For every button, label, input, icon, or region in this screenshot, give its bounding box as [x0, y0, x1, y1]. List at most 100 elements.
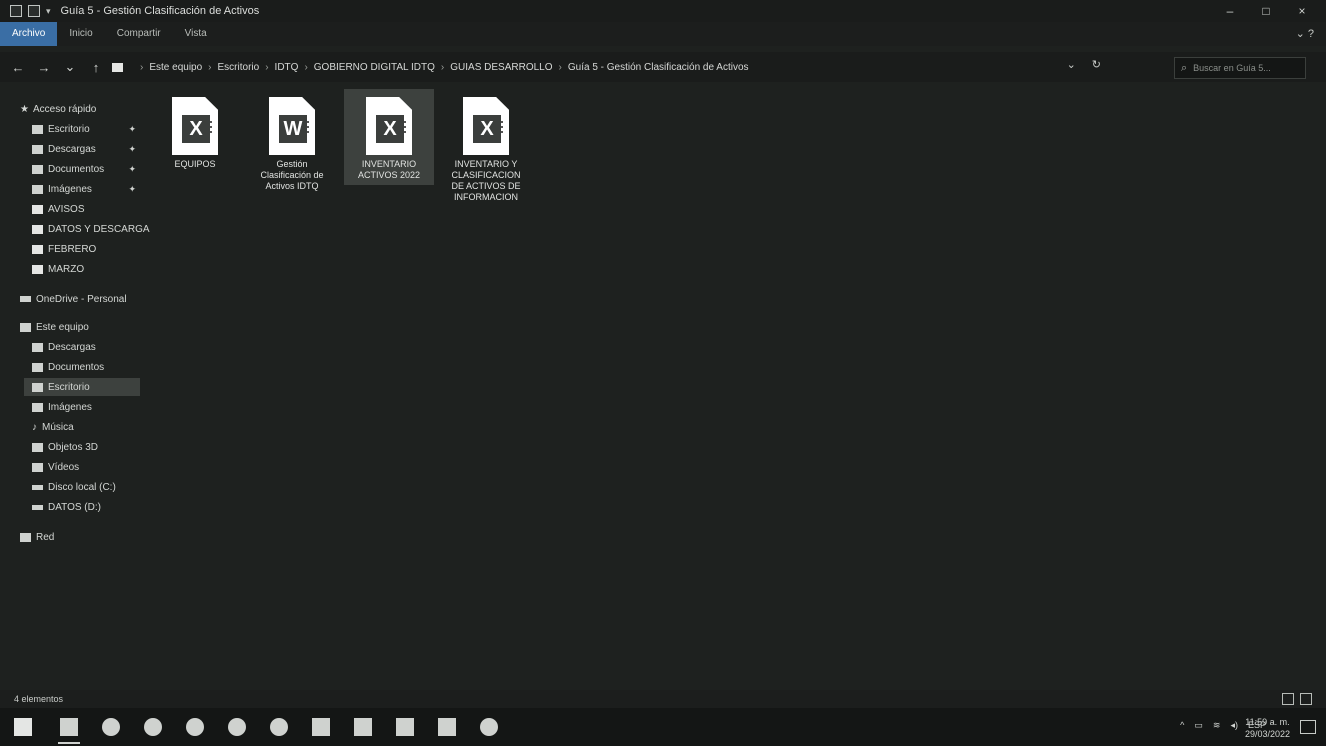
- address-dropdown-button[interactable]: ⌄: [1067, 58, 1076, 71]
- sidebar-item-este-equipo[interactable]: Este equipo: [20, 318, 89, 336]
- sidebar-item-pc-objetos-3d[interactable]: Objetos 3D: [32, 438, 98, 456]
- download-icon: [32, 144, 43, 154]
- tab-vista[interactable]: Vista: [173, 22, 219, 46]
- app-store-icon[interactable]: [352, 716, 374, 738]
- sidebar-item-pc-documentos[interactable]: Documentos: [32, 358, 104, 376]
- ribbon-tabs: Archivo Inicio Compartir Vista ⌄ ?: [0, 22, 1326, 46]
- sidebar-item-label: Escritorio: [48, 123, 90, 135]
- spreadsheet-icon[interactable]: [436, 716, 458, 738]
- refresh-button[interactable]: ↻: [1092, 58, 1101, 71]
- clock[interactable]: 11:59 a. m. 29/03/2022: [1245, 716, 1290, 740]
- address-tools: ⌄ ↻: [1067, 58, 1101, 71]
- pictures-icon: [32, 184, 43, 194]
- file-item-inventario-clasificacion[interactable]: X INVENTARIO Y CLASIFICACION DE ACTIVOS …: [441, 89, 531, 207]
- window-title: Guía 5 - Gestión Clasificación de Activo…: [60, 5, 260, 17]
- desktop-icon: [32, 382, 43, 392]
- folder-icon: [32, 244, 43, 254]
- window-controls: – □ ×: [1212, 0, 1320, 22]
- battery-icon[interactable]: ▭: [1194, 720, 1203, 731]
- tab-archivo[interactable]: Archivo: [0, 22, 58, 46]
- file-item-equipos[interactable]: X EQUIPOS: [150, 89, 240, 174]
- sidebar-item-escritorio[interactable]: Escritorio ✦: [32, 120, 140, 138]
- sidebar-item-documentos[interactable]: Documentos ✦: [32, 160, 140, 178]
- tab-compartir[interactable]: Compartir: [105, 22, 173, 46]
- recent-locations-button[interactable]: ⌄: [62, 59, 78, 75]
- crumb-este-equipo[interactable]: Este equipo: [149, 62, 202, 73]
- file-name: INVENTARIO Y CLASIFICACION DE ACTIVOS DE…: [451, 159, 521, 202]
- crumb-guias-desarrollo[interactable]: GUIAS DESARROLLO: [450, 62, 552, 73]
- customize-chevron-icon[interactable]: ▾: [46, 6, 51, 17]
- large-icons-view-icon[interactable]: [1300, 693, 1312, 705]
- crumb-guia-5[interactable]: Guía 5 - Gestión Clasificación de Activo…: [568, 62, 749, 73]
- star-icon: ★: [20, 103, 29, 115]
- help-icon[interactable]: ⌄ ?: [1296, 27, 1314, 40]
- sidebar-item-label: Disco local (C:): [48, 481, 116, 493]
- tab-inicio[interactable]: Inicio: [57, 22, 104, 46]
- pin-icon: ✦: [128, 163, 136, 174]
- notification-icon[interactable]: [1300, 720, 1316, 734]
- quick-access-toolbar: ▾: [10, 5, 51, 17]
- item-count: 4 elementos: [14, 694, 64, 704]
- file-view: X EQUIPOS W Gestión Clasificación de Act…: [140, 85, 1326, 685]
- sidebar-quick-access[interactable]: ★ Acceso rápido: [20, 100, 96, 118]
- leaf-app-icon[interactable]: [478, 716, 500, 738]
- file-name: Gestión Clasificación de Activos IDTQ: [260, 159, 324, 191]
- back-button[interactable]: ←: [10, 60, 26, 75]
- document-icon: [32, 164, 43, 174]
- sidebar-item-pc-videos[interactable]: Vídeos: [32, 458, 79, 476]
- sidebar-item-pc-imagenes[interactable]: Imágenes: [32, 398, 92, 416]
- excel-icon: X: [376, 115, 404, 143]
- sidebar-item-avisos[interactable]: AVISOS: [32, 200, 85, 218]
- crumb-gobierno-digital[interactable]: GOBIERNO DIGITAL IDTQ: [314, 62, 435, 73]
- app-blue-icon[interactable]: [142, 716, 164, 738]
- maximize-button[interactable]: □: [1248, 0, 1284, 22]
- chrome-icon[interactable]: [100, 716, 122, 738]
- sidebar-item-red[interactable]: Red: [20, 528, 54, 546]
- start-button[interactable]: [12, 716, 34, 738]
- save-icon[interactable]: [10, 5, 22, 17]
- sidebar-item-label: Objetos 3D: [48, 441, 99, 453]
- volume-icon[interactable]: ◂): [1230, 720, 1238, 731]
- excel-icon: X: [473, 115, 501, 143]
- tray-chevron-icon[interactable]: ^: [1180, 720, 1184, 731]
- folder-icon[interactable]: [28, 5, 40, 17]
- sidebar-item-pc-musica[interactable]: ♪ Música: [32, 418, 74, 436]
- breadcrumb: › Este equipo › Escritorio › IDTQ › GOBI…: [140, 61, 749, 73]
- minimize-button[interactable]: –: [1212, 0, 1248, 22]
- sidebar-item-datos-y-descarga[interactable]: DATOS Y DESCARGA: [32, 220, 150, 238]
- sidebar-item-pc-descargas[interactable]: Descargas: [32, 338, 96, 356]
- file-item-gestion[interactable]: W Gestión Clasificación de Activos IDTQ: [247, 89, 337, 196]
- file-name: INVENTARIO ACTIVOS 2022: [357, 159, 421, 180]
- sidebar-item-pc-escritorio[interactable]: Escritorio: [24, 378, 140, 396]
- search-input[interactable]: ⌕ Buscar en Guía 5...: [1174, 57, 1306, 79]
- chat-icon[interactable]: [184, 716, 206, 738]
- file-item-inventario-2022[interactable]: X INVENTARIO ACTIVOS 2022: [344, 89, 434, 185]
- sidebar-item-label: FEBRERO: [48, 243, 97, 255]
- app-doc-icon[interactable]: [310, 716, 332, 738]
- file-name: EQUIPOS: [174, 159, 216, 169]
- music-icon: ♪: [32, 421, 37, 433]
- details-view-icon[interactable]: [1282, 693, 1294, 705]
- file-explorer-icon[interactable]: [58, 716, 80, 744]
- up-button[interactable]: ↑: [88, 60, 104, 75]
- close-button[interactable]: ×: [1284, 0, 1320, 22]
- browser-icon[interactable]: [226, 716, 248, 738]
- sidebar-item-label: Este equipo: [36, 321, 89, 333]
- cloud-icon: [20, 296, 31, 302]
- network-icon: [20, 532, 31, 542]
- sidebar-item-imagenes[interactable]: Imágenes ✦: [32, 180, 140, 198]
- whatsapp-icon[interactable]: [268, 716, 290, 738]
- calculator-icon[interactable]: [394, 716, 416, 738]
- sidebar-item-disco-c[interactable]: Disco local (C:): [32, 478, 116, 496]
- sidebar-item-febrero[interactable]: FEBRERO: [32, 240, 96, 258]
- crumb-escritorio[interactable]: Escritorio: [218, 62, 260, 73]
- sidebar-item-label: OneDrive - Personal: [36, 293, 127, 305]
- forward-button[interactable]: →: [36, 60, 52, 75]
- sidebar-item-onedrive[interactable]: OneDrive - Personal: [20, 290, 127, 308]
- wifi-icon[interactable]: ≋: [1213, 720, 1221, 731]
- sidebar-item-marzo[interactable]: MARZO: [32, 260, 84, 278]
- title-bar: ▾ Guía 5 - Gestión Clasificación de Acti…: [0, 0, 1326, 22]
- sidebar-item-datos-d[interactable]: DATOS (D:): [32, 498, 101, 516]
- sidebar-item-descargas[interactable]: Descargas ✦: [32, 140, 140, 158]
- crumb-idtq[interactable]: IDTQ: [275, 62, 299, 73]
